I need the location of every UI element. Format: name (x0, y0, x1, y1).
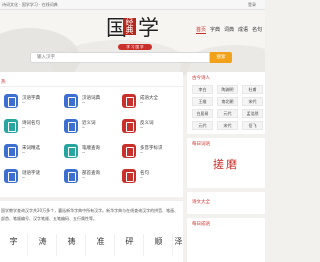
tool-label: 汉语字典 (22, 96, 40, 101)
char-glyph: 泽 (174, 237, 183, 246)
tool-item[interactable]: 宋词精选 (4, 142, 62, 164)
poet-tag[interactable]: 王维 (192, 97, 213, 106)
sidebar: 古今诗人 李白 陶渊明 杜甫 王维 南北朝 宋代 白居易 元代 孟浩然 元代 宋… (187, 72, 265, 262)
ci-icon (4, 144, 18, 158)
logo-tagline: 学 习 国 学 (118, 44, 152, 50)
poet-tag[interactable]: 白居易 (192, 109, 213, 118)
intro-section: 国学教学查询汉字共20万多个，囊括新华字典中所有汉字。新华字典与在线查询汉字的拼… (0, 200, 183, 262)
tool-item[interactable]: 谜语字谜 (4, 167, 62, 189)
tool-label: 笔顺查询 (82, 146, 100, 151)
idiom-icon (122, 94, 136, 108)
poet-tag[interactable]: 宋代 (242, 97, 263, 106)
top-bar: 诗词文化 · 国学学习 · 在线词典 登录 (0, 0, 265, 10)
riddle-icon (4, 169, 18, 183)
login-link[interactable]: 登录 (248, 2, 256, 8)
tool-label: 谜语字谜 (22, 171, 40, 176)
char-glyph: 砰 (125, 237, 134, 246)
main-nav: 首页字典词典成语名句诗词古籍 (196, 26, 265, 34)
tool-item[interactable]: 名句 (122, 167, 180, 189)
logo-seal: 经典 (123, 18, 136, 35)
char-item[interactable]: 准 (87, 234, 115, 256)
poets-title: 古今诗人 (192, 76, 210, 81)
logo-char-right: 学 (138, 16, 159, 40)
tool-item[interactable]: 笔顺查询 (64, 142, 122, 164)
nav-item-chengyu[interactable]: 成语 (238, 26, 248, 33)
search-button[interactable]: 搜索 (210, 52, 232, 63)
char-item[interactable]: 字 (0, 234, 28, 256)
char-glyph: 顺 (154, 237, 163, 246)
poets-panel: 古今诗人 李白 陶渊明 杜甫 王维 南北朝 宋代 白居易 元代 孟浩然 元代 宋… (187, 72, 265, 134)
tool-label: 诗词名句 (22, 121, 40, 126)
intro-side-panel: 诗文大全 (187, 192, 265, 214)
daily-word-panel: 每日词语 搓磨 (187, 138, 265, 188)
tool-item[interactable]: 反义词 (122, 117, 180, 139)
tool-label: 宋词精选 (22, 146, 40, 151)
synonym-icon (64, 119, 78, 133)
tool-label: 部首查询 (82, 171, 100, 176)
tool-item[interactable]: 部首查询 (64, 167, 122, 189)
tool-label: 反义词 (140, 121, 154, 126)
top-bar-links[interactable]: 诗词文化 · 国学学习 · 在线词典 (2, 2, 58, 8)
nav-item-zidian[interactable]: 字典 (210, 26, 220, 33)
char-list: 字 涛 祷 准 砰 顺 泽 (0, 234, 183, 256)
nav-item-home[interactable]: 首页 (196, 26, 207, 34)
tool-item[interactable]: 多音字标识 (122, 142, 180, 164)
tools-section: 热 汉语字典 汉语词典 成语大全 诗词名句 近义词 反义词 宋词精选 笔顺查询 … (0, 72, 183, 197)
tool-item[interactable]: 诗词名句 (4, 117, 62, 139)
tool-item[interactable]: 成语大全 (122, 92, 180, 114)
char-glyph: 准 (96, 237, 105, 246)
tool-label: 近义词 (82, 121, 96, 126)
poet-tag[interactable]: 元代 (192, 121, 213, 130)
char-glyph: 涛 (38, 237, 47, 246)
daily-idiom-panel: 每日成语 (187, 218, 265, 262)
char-item[interactable]: 顺 (145, 234, 173, 256)
tools-grid: 汉语字典 汉语词典 成语大全 诗词名句 近义词 反义词 宋词精选 笔顺查询 多音… (4, 92, 182, 192)
book-icon (64, 94, 78, 108)
poet-tag[interactable]: 岳飞 (242, 121, 263, 130)
char-item[interactable]: 泽 (174, 234, 183, 256)
nav-item-cidian[interactable]: 词典 (224, 26, 234, 33)
polyphone-icon (122, 144, 136, 158)
intro-text: 国学教学查询汉字共20万多个，囊括新华字典中所有汉字。新华字典与在线查询汉字的拼… (1, 208, 179, 221)
daily-idiom-title: 每日成语 (192, 222, 210, 227)
tool-label: 汉语词典 (82, 96, 100, 101)
char-item[interactable]: 砰 (116, 234, 144, 256)
poet-tag[interactable]: 元代 (217, 109, 238, 118)
poet-tag[interactable]: 宋代 (217, 121, 238, 130)
tool-item[interactable]: 汉语字典 (4, 92, 62, 114)
search-box (30, 52, 210, 63)
tool-label: 名句 (140, 171, 149, 176)
antonym-icon (122, 119, 136, 133)
poem-icon (4, 119, 18, 133)
poet-tag[interactable]: 杜甫 (242, 85, 263, 94)
tool-label: 多音字标识 (140, 146, 163, 151)
char-glyph: 字 (9, 237, 18, 246)
char-glyph: 祷 (67, 237, 76, 246)
book-icon (4, 94, 18, 108)
quote-icon (122, 169, 136, 183)
poet-tag[interactable]: 孟浩然 (242, 109, 263, 118)
char-item[interactable]: 祷 (58, 234, 86, 256)
section-title: 热 (1, 80, 6, 85)
site-logo[interactable]: 国 经典 学 学 习 国 学 (106, 16, 166, 56)
search-input[interactable] (31, 53, 209, 62)
daily-word[interactable]: 搓磨 (187, 156, 265, 172)
tool-item[interactable]: 近义词 (64, 117, 122, 139)
nav-item-mingju[interactable]: 名句 (252, 26, 262, 33)
poet-tag[interactable]: 南北朝 (217, 97, 238, 106)
stroke-icon (64, 144, 78, 158)
daily-word-title: 每日词语 (192, 142, 210, 147)
divider (0, 86, 183, 87)
char-item[interactable]: 涛 (29, 234, 57, 256)
hero-banner: 国 经典 学 学 习 国 学 首页字典词典成语名句诗词古籍 (0, 10, 265, 75)
poet-tag[interactable]: 陶渊明 (217, 85, 238, 94)
radical-icon (64, 169, 78, 183)
poet-tag[interactable]: 李白 (192, 85, 213, 94)
tool-item[interactable]: 汉语词典 (64, 92, 122, 114)
tool-label: 成语大全 (140, 96, 158, 101)
poetry-collection-title: 诗文大全 (192, 200, 210, 205)
